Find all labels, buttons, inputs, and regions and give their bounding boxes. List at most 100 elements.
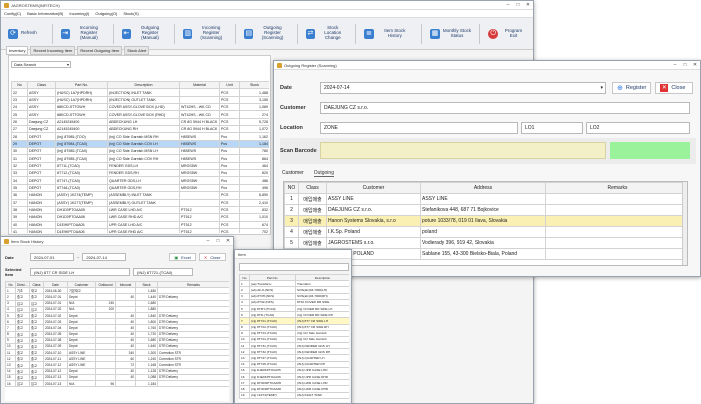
date-picker[interactable]: 2024-07-14 ▾ xyxy=(320,82,606,94)
table-row[interactable]: 2 매입매출 DAEJUNG CZ s.r.o. Stefanikova 448, 6… xyxy=(284,204,687,216)
customer-header-row: NO Class Customer Address Remarks xyxy=(284,182,687,194)
vertical-scrollbar[interactable] xyxy=(682,182,687,265)
column-header[interactable]: No xyxy=(11,81,28,90)
table-row[interactable]: 3 매입매출 Hanon Systems Slovakia, s.r.o poture… xyxy=(284,215,687,227)
maximize-icon[interactable]: □ xyxy=(513,2,523,8)
table-cell xyxy=(179,95,220,105)
history-close-button[interactable]: ✕ Close xyxy=(198,253,226,261)
maximize-icon[interactable]: □ xyxy=(680,62,690,68)
table-row[interactable]: 28 DEPOT (Inj) 8T985-(TOO) (Inj) CO Side Ga… xyxy=(11,132,269,141)
table-row[interactable]: 34 DEPOT 8T747-(TCA0) QUARTER GDS,LH MRGS5W P… xyxy=(11,176,269,185)
maximize-icon[interactable]: □ xyxy=(213,238,223,244)
table-row[interactable]: 41 HANON D1E9KPTOAA06 UPR CASE RHD A/C PT512… xyxy=(11,227,269,233)
outgoing-register-manual-button[interactable]: ⇤ Outgoing Register (Manual) xyxy=(118,25,170,43)
selected-part-field[interactable]: (INJ) 8T721-(TCA0) xyxy=(133,268,193,276)
data-search-input[interactable]: Data Search ▾ xyxy=(11,61,71,68)
table-row[interactable]: 38 HANON DH1D0PTOAA05 LWR CASE LHD A/C PT512… xyxy=(11,205,269,215)
table-cell: 매입매출 xyxy=(298,215,327,227)
column-header[interactable]: Part No. xyxy=(55,81,108,90)
date-to-picker[interactable]: 2024-07-14 xyxy=(82,253,127,261)
table-row[interactable]: 33 DEPOT 8T712-(TCA0) FENDER GDS,RH MRGS5W Pc… xyxy=(11,169,269,178)
table-row[interactable]: 37 HANON (ASSY) 1K277(TEMP) (ASSEMBLY) OUTL… xyxy=(11,198,269,207)
column-header[interactable]: Material xyxy=(179,81,220,90)
tab-outgoing[interactable]: Outgoing xyxy=(313,170,334,177)
column-header[interactable]: Remarks xyxy=(545,182,687,194)
close-icon[interactable]: ✕ xyxy=(690,62,700,68)
scan-barcode-input[interactable] xyxy=(320,142,606,159)
tab-recent-incoming[interactable]: Recent Incoming Item xyxy=(30,46,76,55)
column-header[interactable]: Address xyxy=(420,182,546,194)
table-cell: WT42HS - WK CD xyxy=(179,103,220,112)
minimize-icon[interactable]: – xyxy=(670,62,680,68)
table-row[interactable]: 30 DEPOT (Inj) 8T985-(TCA0) (Inj) CO Side G… xyxy=(11,147,269,156)
table-cell: MRGS5W xyxy=(179,183,220,193)
list-item[interactable]: 19 (inj) 1K274(TEMP) (INJ) INLET TANK xyxy=(239,391,349,399)
excel-button[interactable]: ▣ Excel xyxy=(169,253,196,261)
menu-stock[interactable]: Stock(S) xyxy=(123,11,138,16)
menu-outgoing[interactable]: Outgoing(O) xyxy=(95,11,117,16)
lo1-field[interactable]: LO1 xyxy=(521,122,583,134)
menu-basic-information[interactable]: Basic Information(B) xyxy=(27,11,63,16)
table-row[interactable]: 5 매입매출 JAGROSTEMS s.r.o. Vodierady 396, 919… xyxy=(284,237,687,249)
column-header[interactable]: Stock xyxy=(239,81,269,90)
table-row[interactable]: 23 ASSY (HUSC) 1A7(HPDRH) (INJECTION) OUTLE… xyxy=(11,95,269,105)
table-row[interactable]: 27 Daejung CZ A2145245400 ABDECKUNG RH CR 8G… xyxy=(11,125,269,134)
outgoing-register-scanning-button[interactable]: ▤ Outgoing Register (Scanning) xyxy=(240,25,292,43)
column-header[interactable]: Class xyxy=(298,182,327,194)
column-header[interactable]: Class xyxy=(27,81,56,90)
minimize-icon[interactable]: – xyxy=(203,238,213,244)
table-row[interactable]: 24 ASSY 88KCD-STTOWH COVER ASSY-GLOVE BOX (… xyxy=(11,103,269,112)
customer-field[interactable]: DAEJUNG CZ s.r.o. xyxy=(320,102,690,114)
table-cell: (INJECTION) INLET TANK xyxy=(107,88,180,97)
menu-incoming[interactable]: Incoming(I) xyxy=(69,11,89,16)
close-icon[interactable]: ✕ xyxy=(223,238,233,244)
lo2-field[interactable]: LO2 xyxy=(586,122,690,134)
table-row[interactable]: 31 DEPOT (Inj) 8T985-(TCA0) (Inj) CO Side G… xyxy=(11,154,269,163)
refresh-button[interactable]: ⟳ Refresh xyxy=(4,25,48,43)
table-row[interactable]: 29 DEPOT (Inj) 8T984-(TCA0) (Inj) CO Side G… xyxy=(11,139,269,149)
table-cell: (HUSC) 1A7(HPDRH) xyxy=(55,88,108,97)
item-stock-history-button[interactable]: ≣ Item Stock History xyxy=(360,25,417,43)
table-row[interactable]: 40 HANON D1E9KPTOAA05 UPR CASE LHD A/C PT512… xyxy=(11,220,269,229)
column-header[interactable]: Customer xyxy=(326,182,421,194)
close-button[interactable]: ✕ Close xyxy=(655,82,694,94)
zone-field[interactable]: ZONE xyxy=(320,122,518,134)
close-icon[interactable]: ✕ xyxy=(523,2,533,8)
item-search-input[interactable] xyxy=(239,263,349,271)
table-row[interactable]: 26 Daejung CZ A2145245400 ABDECKUNG LH CR 8G… xyxy=(11,117,269,127)
table-cell: N/A xyxy=(67,379,96,388)
table-row[interactable]: 32 DEPOT 8T711-(TCA0) FENDER GDS,LH MRGS5W Pc… xyxy=(11,161,269,171)
tab-stock-alert[interactable]: Stock Alert xyxy=(124,46,150,55)
location-label: Location xyxy=(280,125,303,131)
table-cell: Pcs xyxy=(219,132,240,141)
date-from-picker[interactable]: 2024-07-01 xyxy=(30,253,74,261)
table-cell: Sablane 155, 43-300 Bielsko-Biala, Polan… xyxy=(420,248,546,260)
table-row[interactable]: 39 HANON DH1D0PTOAA06 LWR CASE RHD A/C PT512… xyxy=(11,213,269,222)
register-button[interactable]: ⊕ Register xyxy=(612,82,652,94)
tab-inventory[interactable]: Inventory xyxy=(6,46,29,55)
stock-location-change-button[interactable]: ⇄ Stock Location Change xyxy=(302,25,351,43)
column-header[interactable]: NO xyxy=(284,182,299,194)
table-row[interactable]: 36 HANON (ASSY) 1K274(TEMP) (ASSEMBLY) INLE… xyxy=(11,191,269,200)
column-header[interactable]: Unit xyxy=(219,81,240,90)
table-row[interactable]: 22 ASSY (HUSC) 1A7(HPDRH) (INJECTION) INLET… xyxy=(11,88,269,97)
tab-recent-outgoing[interactable]: Recent Outgoing Item xyxy=(77,46,123,55)
minimize-icon[interactable]: – xyxy=(503,2,513,8)
monthly-stock-status-button[interactable]: ▦ Monthly Stock Status xyxy=(426,25,475,43)
table-cell: 5 xyxy=(284,237,299,249)
tab-customer[interactable]: Customer xyxy=(282,170,304,177)
selected-item-field[interactable]: (INJ) 8T7 CR SIDE LH xyxy=(30,268,130,276)
table-row[interactable]: 4 매입매출 I.K.Sp. Poland poland xyxy=(284,226,687,238)
table-row[interactable]: 25 ASSY 88KCD-STTOWH COVER ASSY-GLOVE BOX (… xyxy=(11,110,269,119)
column-header[interactable]: Description xyxy=(107,81,180,90)
table-cell: (ASSY) 1K274(TEMP) xyxy=(55,191,108,200)
table-row[interactable]: 35 DEPOT 8T748-(TCA0) QUARTER GDS,RH MRGS5W P… xyxy=(11,183,269,193)
incoming-register-manual-button[interactable]: ⇥ Incoming Register (Manual) xyxy=(57,25,109,43)
table-cell: A2145245400 xyxy=(55,125,108,134)
menu-config[interactable]: Config(C) xyxy=(4,11,21,16)
table-row[interactable]: 1 매입매출 ASSY LINE ASSY LINE xyxy=(284,193,687,205)
incoming-register-scanning-button[interactable]: ▥ Incoming Register (Scanning) xyxy=(179,25,231,43)
program-exit-button[interactable]: ⏻ Program Exit xyxy=(484,25,530,43)
table-row[interactable]: 16 입고 입고 2024-07-13 N/A 96 1,184 xyxy=(5,379,229,388)
table-cell: 464 xyxy=(239,161,269,171)
